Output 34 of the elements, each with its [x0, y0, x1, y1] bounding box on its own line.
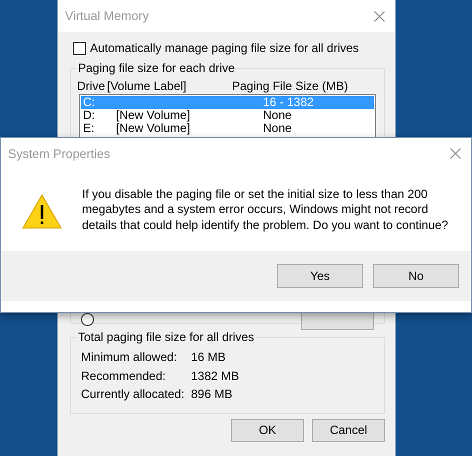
table-cell-text: D: [82, 109, 96, 122]
message-text: If you disable the paging file or set the initial size to less than 200 megabytes and a system error occurs, Windows might not record details that could help identify the problem. Do you want to continue? [82, 186, 450, 234]
table-cell-text: [New Volume] [116, 109, 192, 122]
dialog-button[interactable]: Cancel [312, 418, 385, 442]
table-cell-text: [New Volume] [116, 122, 192, 135]
checkbox-label[interactable]: Automatically manage paging file size for all drives [90, 41, 359, 55]
dialog-button[interactable]: No [373, 264, 459, 288]
checkbox[interactable] [73, 42, 86, 54]
table-cell-text: None [262, 122, 293, 135]
radio-button[interactable] [81, 312, 94, 326]
table-cell-text: None [262, 109, 293, 122]
close-icon[interactable] [450, 148, 461, 159]
table-cell-text: C: [82, 96, 96, 109]
warning-icon [22, 193, 62, 229]
info-value: 1382 MB [191, 368, 240, 384]
info-value: 896 MB [191, 386, 232, 403]
info-label: Minimum allowed: [81, 349, 178, 366]
dialog-button[interactable]: Yes [277, 264, 363, 288]
table-cell-text: E: [82, 122, 96, 135]
info-label: Recommended: [81, 368, 167, 384]
group-title: Total paging file size for all drives [76, 330, 256, 344]
column-header: [Volume Label] [107, 80, 188, 93]
column-header: Drive [77, 80, 106, 93]
list-row[interactable]: E: [New Volume] None [81, 122, 374, 135]
window-title: System Properties [8, 146, 110, 160]
info-label: Currently allocated: [81, 386, 186, 403]
info-value: 16 MB [191, 349, 226, 366]
close-icon[interactable] [374, 10, 385, 22]
group-title: Paging file size for each drive [76, 61, 237, 75]
dialog-button[interactable]: OK [231, 418, 304, 442]
window-title: Virtual Memory [65, 9, 149, 23]
list-row[interactable]: D: [New Volume] None [81, 109, 374, 122]
column-header: Paging File Size (MB) [232, 80, 350, 93]
table-cell-text: 16 - 1382 [262, 96, 315, 109]
